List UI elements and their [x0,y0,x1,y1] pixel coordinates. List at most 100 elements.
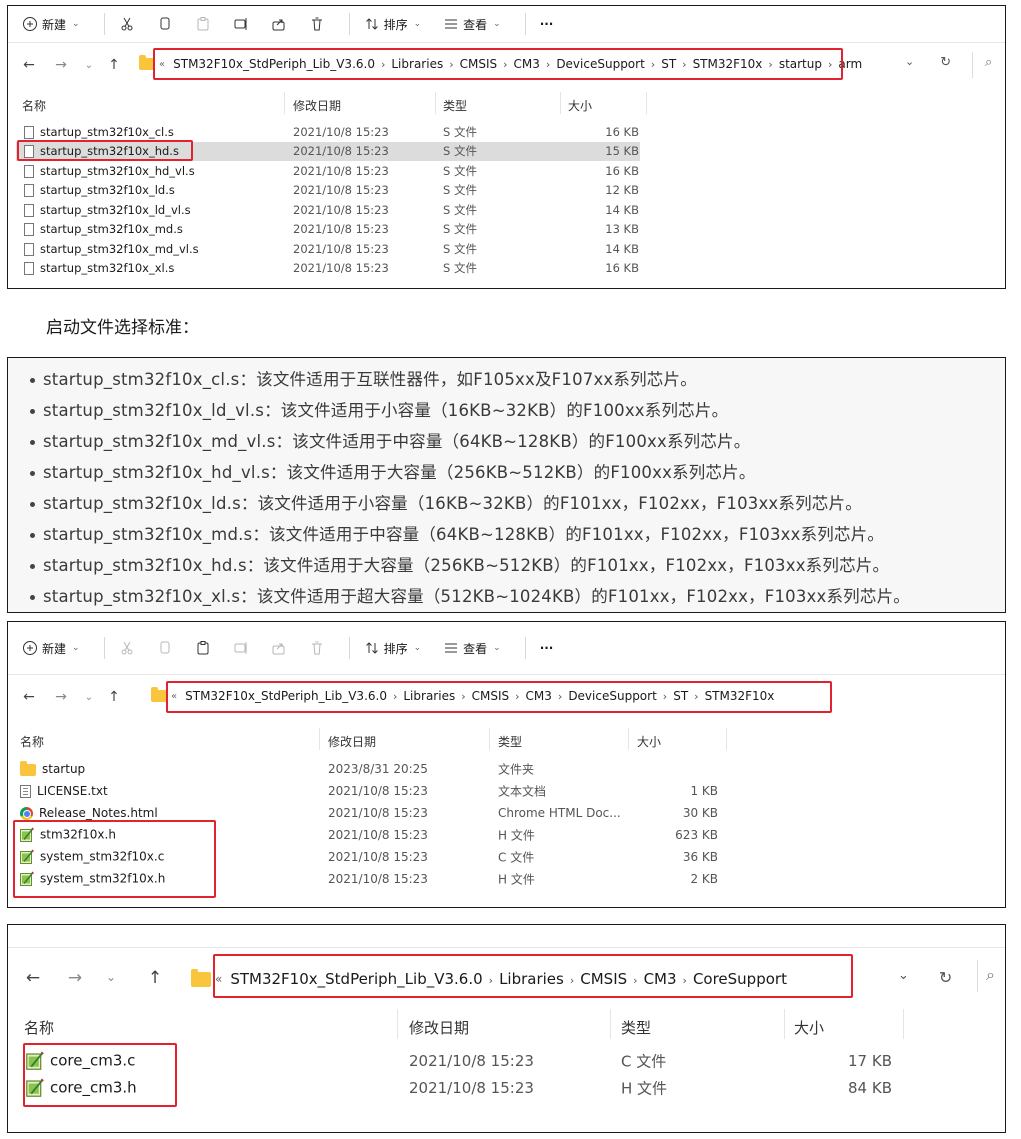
file-type: H 文件 [498,872,535,887]
column-divider[interactable] [284,92,285,114]
explorer-panel-startup-arm: 新建 ⌄ 排序 ⌄ 查看 ⌄ ··· ← → ⌄ ↑ « STM32F10x_StdP… [7,5,1006,289]
dropdown-chevron-icon[interactable]: ⌄ [898,968,909,987]
forward-arrow-icon[interactable]: → [64,968,86,988]
cut-button[interactable] [113,636,141,660]
column-header-name[interactable]: 名称 [20,733,44,750]
delete-button[interactable] [303,12,331,36]
file-size: 17 KB [848,1051,892,1070]
sort-button[interactable]: 排序 ⌄ [358,12,428,36]
copy-button[interactable] [151,636,179,660]
share-icon [272,19,285,31]
more-button[interactable]: ··· [534,636,560,660]
share-button[interactable] [265,12,293,36]
recent-chevron-icon[interactable]: ⌄ [78,692,100,703]
column-divider[interactable] [435,92,436,114]
rename-button[interactable] [227,636,255,660]
column-header-date[interactable]: 修改日期 [328,733,376,750]
refresh-icon[interactable]: ↻ [939,968,952,987]
file-row[interactable]: startup_stm32f10x_ld_vl.s 2021/10/8 15:23… [8,200,1005,220]
delete-button[interactable] [303,636,331,660]
column-header-size[interactable]: 大小 [568,97,592,114]
file-row[interactable]: startup_stm32f10x_cl.s 2021/10/8 15:23 S 文… [8,122,1005,142]
view-label: 查看 [463,641,488,656]
column-divider[interactable] [489,728,490,750]
column-header-size[interactable]: 大小 [637,733,661,750]
column-header-name[interactable]: 名称 [22,97,46,114]
recent-chevron-icon[interactable]: ⌄ [100,970,122,984]
column-divider[interactable] [319,728,320,750]
back-arrow-icon[interactable]: ← [18,689,40,705]
column-divider[interactable] [628,728,629,750]
file-row[interactable]: startup_stm32f10x_md_vl.s 2021/10/8 15:23… [8,239,1005,259]
search-box[interactable] [972,684,1005,710]
back-arrow-icon[interactable]: ← [22,968,44,988]
column-divider[interactable] [726,728,727,750]
dropdown-chevron-icon[interactable]: ⌄ [905,55,914,70]
refresh-icon[interactable]: ↻ [940,55,951,70]
chevron-down-icon: ⌄ [72,19,80,29]
criteria-item: startup_stm32f10x_md_vl.s：该文件适用于中容量（64KB… [30,428,750,452]
up-arrow-icon[interactable]: ↑ [103,689,125,705]
file-name-cell: Release_Notes.html [20,806,158,820]
toolbar-strip [8,925,1005,948]
view-button[interactable]: 查看 ⌄ [437,12,507,36]
sort-button[interactable]: 排序 ⌄ [358,636,428,660]
file-row[interactable]: startup 2023/8/31 20:25 文件夹 [8,758,1005,780]
toolbar-divider [103,637,105,659]
back-arrow-icon[interactable]: ← [18,57,40,73]
file-icon [24,203,34,217]
column-divider[interactable] [646,92,647,114]
column-divider[interactable] [397,1009,398,1039]
file-row[interactable]: startup_stm32f10x_ld.s 2021/10/8 15:23 S 文… [8,181,1005,201]
new-button[interactable]: 新建 ⌄ [16,12,86,36]
search-icon: ⌕ [986,965,995,984]
search-box[interactable]: ⌕ [972,52,1005,78]
file-row[interactable]: LICENSE.txt 2021/10/8 15:23 文本文档 1 KB [8,780,1005,802]
column-divider[interactable] [610,1009,611,1039]
column-header-date[interactable]: 修改日期 [293,97,341,114]
copy-button[interactable] [151,12,179,36]
file-name-cell: startup [20,760,85,776]
column-divider[interactable] [784,1009,785,1039]
highlight-box [213,954,853,998]
bullet-icon [30,471,35,476]
file-date: 2021/10/8 15:23 [293,124,389,139]
bullet-icon [30,378,35,383]
column-header-date[interactable]: 修改日期 [409,1017,469,1038]
forward-arrow-icon[interactable]: → [50,57,72,73]
criteria-item: startup_stm32f10x_ld.s：该文件适用于小容量（16KB~32… [30,490,862,514]
new-button[interactable]: 新建 ⌄ [16,636,86,660]
column-header-name[interactable]: 名称 [24,1017,54,1038]
share-button[interactable] [265,636,293,660]
file-icon [24,262,34,276]
up-arrow-icon[interactable]: ↑ [103,57,125,73]
view-button[interactable]: 查看 ⌄ [437,636,507,660]
column-header-type[interactable]: 类型 [443,97,467,114]
column-header-type[interactable]: 类型 [621,1017,651,1038]
chevron-down-icon: ⌄ [413,19,422,29]
search-box[interactable]: ⌕ [977,960,1005,992]
up-arrow-icon[interactable]: ↑ [144,968,166,988]
file-date: 2021/10/8 15:23 [293,241,389,256]
file-row[interactable]: startup_stm32f10x_xl.s 2021/10/8 15:23 S 文… [8,259,1005,279]
forward-arrow-icon[interactable]: → [50,689,72,705]
paste-button[interactable] [189,636,217,660]
column-header-type[interactable]: 类型 [498,733,522,750]
rename-button[interactable] [227,12,255,36]
column-divider[interactable] [903,1009,904,1039]
file-row[interactable]: startup_stm32f10x_md.s 2021/10/8 15:23 S 文… [8,220,1005,240]
file-row[interactable]: startup_stm32f10x_hd_vl.s 2021/10/8 15:23… [8,161,1005,181]
column-header-size[interactable]: 大小 [794,1017,824,1038]
chevron-down-icon: ⌄ [72,643,80,653]
file-name: startup_stm32f10x_md.s [40,222,183,237]
toolbar-divider [348,637,350,659]
file-size: 12 KB [605,183,639,198]
file-name: startup_stm32f10x_ld.s [40,183,175,198]
bullet-icon [30,564,35,569]
file-date: 2021/10/8 15:23 [328,850,428,864]
paste-button[interactable] [189,12,217,36]
cut-button[interactable] [113,12,141,36]
recent-chevron-icon[interactable]: ⌄ [78,60,100,71]
column-divider[interactable] [560,92,561,114]
more-button[interactable]: ··· [534,12,560,36]
